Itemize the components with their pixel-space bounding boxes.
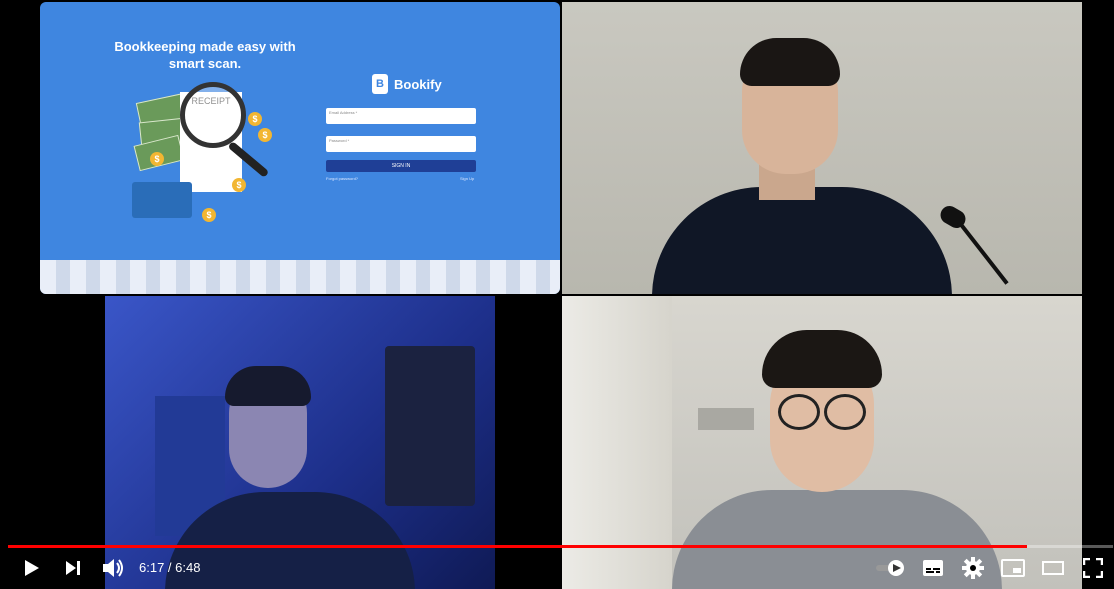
magnifier-icon	[180, 82, 246, 148]
fullscreen-button[interactable]	[1078, 551, 1108, 585]
participant-torso	[652, 187, 952, 294]
participant-video-top-right	[562, 2, 1082, 294]
subtitles-icon	[923, 560, 943, 576]
app-name: Bookify	[394, 76, 442, 92]
progress-played	[8, 545, 1027, 548]
credit-card-illustration	[132, 182, 192, 218]
coin-icon: $	[232, 178, 246, 192]
fullscreen-icon	[1083, 558, 1103, 578]
theater-icon	[1042, 561, 1064, 575]
logo-mark-icon: B	[372, 74, 388, 94]
coin-icon: $	[150, 152, 164, 166]
play-button[interactable]	[14, 551, 48, 585]
participant-hair	[225, 366, 311, 406]
mute-button[interactable]	[96, 551, 130, 585]
sign-in-button: SIGN IN	[326, 160, 476, 172]
email-field: Email Address *	[326, 108, 476, 124]
shared-screen-tile: Bookkeeping made easy with smart scan. R…	[40, 2, 560, 294]
time-display: 6:17 / 6:48	[139, 560, 200, 575]
miniplayer-icon	[1001, 559, 1025, 577]
duration: 6:48	[175, 560, 201, 575]
participant-hair	[740, 38, 840, 86]
miniplayer-button[interactable]	[998, 551, 1028, 585]
background-vent	[698, 408, 754, 430]
sign-up-link: Sign Up	[460, 176, 475, 181]
coin-icon: $	[258, 128, 272, 142]
next-icon	[66, 561, 80, 575]
time-separator: /	[164, 560, 176, 575]
bookify-logo: B Bookify	[372, 74, 442, 94]
current-time: 6:17	[139, 560, 165, 575]
volume-icon	[103, 559, 123, 577]
play-icon	[25, 560, 39, 576]
glasses-right-lens	[824, 394, 866, 430]
glasses-left-lens	[778, 394, 820, 430]
settings-button[interactable]	[958, 551, 988, 585]
password-field: Password *	[326, 136, 476, 152]
progress-bar[interactable]	[8, 545, 1113, 548]
coin-icon: $	[248, 112, 262, 126]
participant-hair	[762, 330, 882, 388]
coin-icon: $	[202, 208, 216, 222]
forgot-password-link: Forgot password?	[326, 176, 359, 181]
subtitles-button[interactable]	[918, 551, 948, 585]
theater-mode-button[interactable]	[1038, 551, 1068, 585]
screen-headline: Bookkeeping made easy with smart scan.	[114, 39, 296, 71]
snow-hills-decoration	[40, 260, 560, 294]
next-button[interactable]	[56, 551, 90, 585]
background-monitor	[385, 346, 475, 506]
autoplay-toggle[interactable]	[872, 551, 908, 585]
gear-icon	[962, 557, 984, 579]
player-controls: 6:17 / 6:48	[0, 551, 1114, 589]
microphone-stand	[957, 220, 1009, 285]
autoplay-toggle-icon	[876, 560, 904, 576]
